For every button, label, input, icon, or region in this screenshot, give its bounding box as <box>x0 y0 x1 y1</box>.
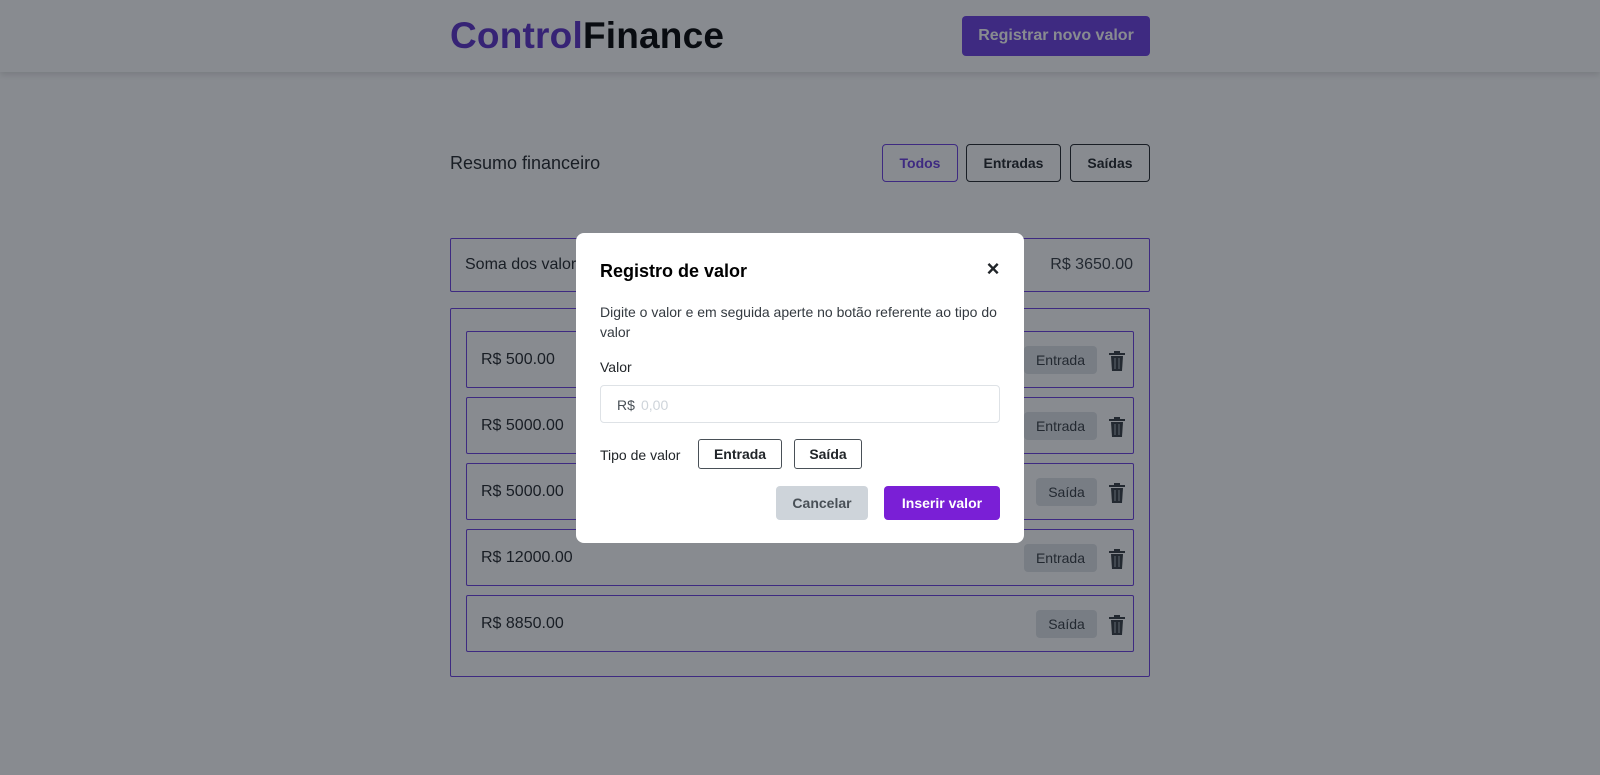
modal-title: Registro de valor <box>600 261 748 281</box>
value-input-wrapper: R$ <box>600 385 1000 423</box>
modal-description: Digite o valor e em seguida aperte no bo… <box>600 304 997 340</box>
currency-prefix: R$ <box>617 397 635 413</box>
type-entrada-button[interactable]: Entrada <box>698 439 782 469</box>
insert-value-button[interactable]: Inserir valor <box>884 486 1000 520</box>
value-field-label: Valor <box>600 359 632 375</box>
register-value-modal: Registro de valor × Digite o valor e em … <box>576 233 1024 543</box>
type-saida-button[interactable]: Saída <box>794 439 862 469</box>
cancel-button[interactable]: Cancelar <box>776 486 868 520</box>
value-input[interactable] <box>641 394 991 416</box>
value-type-label: Tipo de valor <box>600 447 681 463</box>
close-icon[interactable]: × <box>984 258 1002 280</box>
